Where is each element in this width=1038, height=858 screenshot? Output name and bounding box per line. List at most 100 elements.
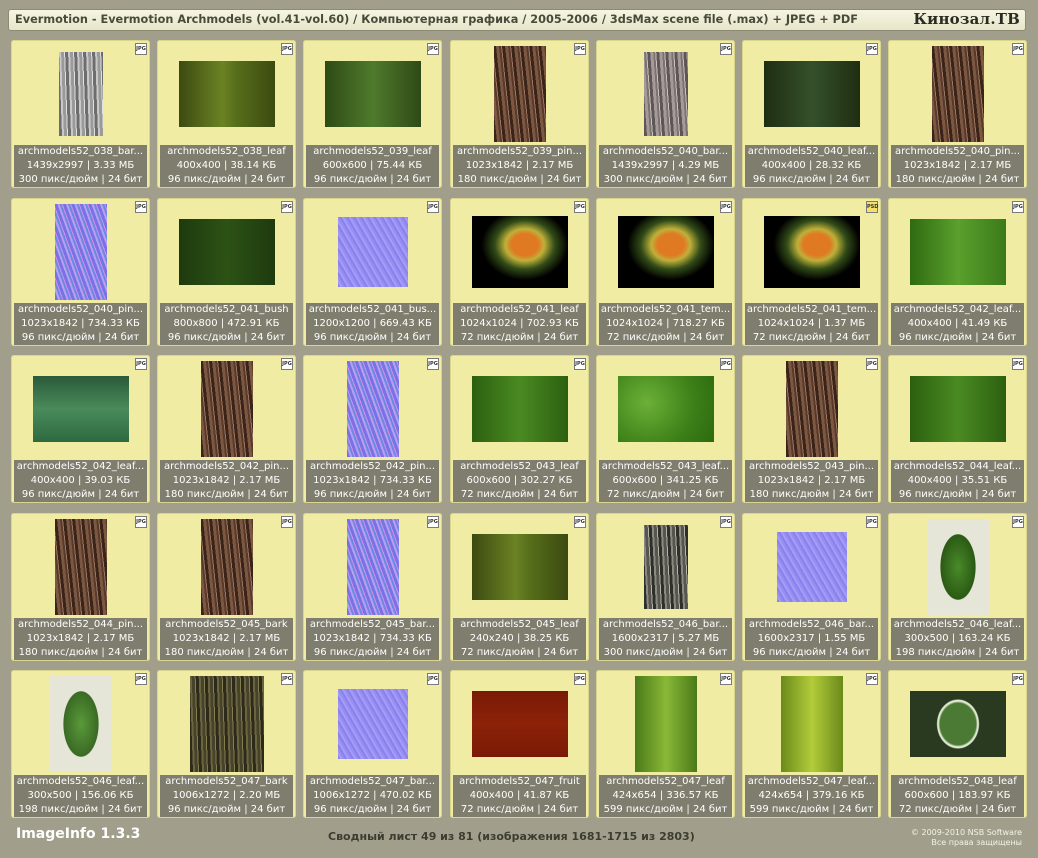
- file-resolution: 599 пикс/дюйм | 24 бит: [603, 804, 728, 815]
- file-type-icon: JPG: [574, 673, 586, 685]
- file-resolution: 96 пикс/дюйм | 24 бит: [898, 332, 1017, 343]
- thumbnail-image: [764, 61, 860, 127]
- file-resolution: 96 пикс/дюйм | 24 бит: [21, 332, 140, 343]
- thumbnail-cell[interactable]: JPG archmodels52_042_pin... 1023x1842 | 73…: [303, 355, 442, 503]
- thumbnail-cell[interactable]: JPG archmodels52_047_bar... 1006x1272 | 47…: [303, 670, 442, 818]
- file-resolution: 96 пикс/дюйм | 24 бит: [898, 489, 1017, 500]
- thumbnail-cell[interactable]: JPG archmodels52_041_tem... 1024x1024 | 71…: [596, 198, 735, 346]
- file-name: archmodels52_044_leaf...: [893, 461, 1022, 472]
- file-resolution: 72 пикс/дюйм | 24 бит: [460, 804, 579, 815]
- thumbnail-image: [618, 376, 714, 442]
- thumbnail-cell[interactable]: JPG archmodels52_040_leaf... 400x400 | 28.…: [742, 40, 881, 188]
- file-type-icon: JPG: [281, 43, 293, 55]
- file-name: archmodels52_046_leaf...: [16, 776, 145, 787]
- file-type-icon: JPG: [427, 201, 439, 213]
- file-type-icon: JPG: [720, 43, 732, 55]
- thumbnail-cell[interactable]: JPG archmodels52_041_bus... 1200x1200 | 66…: [303, 198, 442, 346]
- thumbnail-caption: archmodels52_045_bark 1023x1842 | 2.17 МБ…: [160, 618, 293, 660]
- thumbnail-cell[interactable]: JPG archmodels52_038_leaf 400x400 | 38.14 …: [157, 40, 296, 188]
- file-type-icon: JPG: [574, 358, 586, 370]
- thumbnail-cell[interactable]: JPG archmodels52_041_bush 800x800 | 472.91…: [157, 198, 296, 346]
- file-type-icon: JPG: [866, 43, 878, 55]
- thumbnail-cell[interactable]: JPG archmodels52_046_leaf... 300x500 | 163…: [888, 513, 1027, 661]
- file-type-icon: JPG: [720, 358, 732, 370]
- file-type-icon: JPG: [281, 516, 293, 528]
- thumbnail-cell[interactable]: JPG archmodels52_039_pin... 1023x1842 | 2.…: [450, 40, 589, 188]
- thumbnail-image: [472, 691, 568, 757]
- thumbnail-cell[interactable]: JPG archmodels52_047_fruit 400x400 | 41.87…: [450, 670, 589, 818]
- thumbnail-image: [201, 361, 253, 457]
- thumbnail-caption: archmodels52_043_leaf 600x600 | 302.27 КБ…: [453, 460, 586, 502]
- thumbnail-image: [347, 361, 399, 457]
- thumbnail-image: [618, 216, 714, 288]
- thumbnail-caption: archmodels52_047_leaf 424x654 | 336.57 КБ…: [599, 775, 732, 817]
- thumbnail-cell[interactable]: JPG archmodels52_044_pin... 1023x1842 | 2.…: [11, 513, 150, 661]
- thumbnail-cell[interactable]: JPG archmodels52_046_bar... 1600x2317 | 1.…: [742, 513, 881, 661]
- thumbnail-cell[interactable]: JPG archmodels52_043_leaf... 600x600 | 341…: [596, 355, 735, 503]
- thumbnail-image: [777, 532, 847, 602]
- thumbnail-cell[interactable]: JPG archmodels52_042_leaf... 400x400 | 41.…: [888, 198, 1027, 346]
- file-info: 1023x1842 | 734.33 КБ: [313, 475, 432, 486]
- file-type-icon: JPG: [281, 358, 293, 370]
- file-type-icon: JPG: [135, 516, 147, 528]
- thumbnail-cell[interactable]: JPG archmodels52_046_bar... 1600x2317 | 5.…: [596, 513, 735, 661]
- file-name: archmodels52_038_bar...: [17, 146, 144, 157]
- thumbnail-cell[interactable]: JPG archmodels52_045_leaf 240x240 | 38.25 …: [450, 513, 589, 661]
- file-info: 600x600 | 75.44 КБ: [322, 160, 423, 171]
- file-info: 1024x1024 | 1.37 МБ: [757, 318, 866, 329]
- thumbnail-caption: archmodels52_045_leaf 240x240 | 38.25 КБ 7…: [453, 618, 586, 660]
- thumbnail-cell[interactable]: JPG archmodels52_042_leaf... 400x400 | 39.…: [11, 355, 150, 503]
- thumbnail-cell[interactable]: JPG archmodels52_040_pin... 1023x1842 | 73…: [11, 198, 150, 346]
- thumbnail-cell[interactable]: JPG archmodels52_040_pin... 1023x1842 | 2.…: [888, 40, 1027, 188]
- thumbnail-cell[interactable]: JPG archmodels52_048_leaf 600x600 | 183.97…: [888, 670, 1027, 818]
- thumbnail-caption: archmodels52_041_tem... 1024x1024 | 718.2…: [599, 303, 732, 345]
- thumbnail-caption: archmodels52_046_leaf... 300x500 | 156.06…: [14, 775, 147, 817]
- thumbnail-cell[interactable]: JPG archmodels52_045_bar... 1023x1842 | 73…: [303, 513, 442, 661]
- thumbnail-caption: archmodels52_048_leaf 600x600 | 183.97 КБ…: [891, 775, 1024, 817]
- thumbnail-cell[interactable]: JPG archmodels52_046_leaf... 300x500 | 156…: [11, 670, 150, 818]
- file-name: archmodels52_042_leaf...: [16, 461, 145, 472]
- file-info: 1023x1842 | 734.33 КБ: [21, 318, 140, 329]
- thumbnail-caption: archmodels52_041_tem... 1024x1024 | 1.37 …: [745, 303, 878, 345]
- thumbnail-caption: archmodels52_041_bush 800x800 | 472.91 КБ…: [160, 303, 293, 345]
- thumbnail-cell[interactable]: JPG archmodels52_040_bar... 1439x2997 | 4.…: [596, 40, 735, 188]
- thumbnail-cell[interactable]: JPG archmodels52_043_pin... 1023x1842 | 2.…: [742, 355, 881, 503]
- file-type-icon: JPG: [574, 201, 586, 213]
- thumbnail-caption: archmodels52_046_bar... 1600x2317 | 1.55 …: [745, 618, 878, 660]
- thumbnail-caption: archmodels52_047_bark 1006x1272 | 2.20 МБ…: [160, 775, 293, 817]
- thumbnail-cell[interactable]: JPG archmodels52_042_pin... 1023x1842 | 2.…: [157, 355, 296, 503]
- header-bar: Evermotion - Evermotion Archmodels (vol.…: [8, 9, 1026, 31]
- thumbnail-cell[interactable]: JPG archmodels52_047_bark 1006x1272 | 2.20…: [157, 670, 296, 818]
- thumbnail-cell[interactable]: PSD archmodels52_041_tem... 1024x1024 | 1.…: [742, 198, 881, 346]
- thumbnail-cell[interactable]: JPG archmodels52_041_leaf 1024x1024 | 702.…: [450, 198, 589, 346]
- file-info: 1023x1842 | 2.17 МБ: [903, 160, 1012, 171]
- file-type-icon: JPG: [135, 201, 147, 213]
- thumbnail-image: [781, 676, 843, 772]
- file-name: archmodels52_047_fruit: [459, 776, 580, 787]
- file-type-icon: JPG: [427, 43, 439, 55]
- file-info: 1023x1842 | 2.17 МБ: [465, 160, 574, 171]
- thumbnail-caption: archmodels52_047_bar... 1006x1272 | 470.0…: [306, 775, 439, 817]
- thumbnail-cell[interactable]: JPG archmodels52_047_leaf 424x654 | 336.57…: [596, 670, 735, 818]
- file-info: 400x400 | 28.32 КБ: [761, 160, 862, 171]
- thumbnail-image: [338, 689, 408, 759]
- thumbnail-cell[interactable]: JPG archmodels52_043_leaf 600x600 | 302.27…: [450, 355, 589, 503]
- thumbnail-cell[interactable]: JPG archmodels52_039_leaf 600x600 | 75.44 …: [303, 40, 442, 188]
- thumbnail-cell[interactable]: JPG archmodels52_045_bark 1023x1842 | 2.17…: [157, 513, 296, 661]
- thumbnail-caption: archmodels52_040_pin... 1023x1842 | 734.3…: [14, 303, 147, 345]
- file-type-icon: JPG: [281, 201, 293, 213]
- thumbnail-image: [786, 361, 838, 457]
- file-type-icon: JPG: [135, 43, 147, 55]
- file-type-icon: JPG: [281, 673, 293, 685]
- thumbnail-cell[interactable]: JPG archmodels52_038_bar... 1439x2997 | 3.…: [11, 40, 150, 188]
- thumbnail-cell[interactable]: JPG archmodels52_047_leaf... 424x654 | 379…: [742, 670, 881, 818]
- file-type-icon: JPG: [427, 358, 439, 370]
- thumbnail-caption: archmodels52_040_bar... 1439x2997 | 4.29 …: [599, 145, 732, 187]
- file-type-icon: JPG: [135, 673, 147, 685]
- file-resolution: 96 пикс/дюйм | 24 бит: [21, 489, 140, 500]
- thumbnail-image: [910, 219, 1006, 285]
- file-name: archmodels52_047_bark: [165, 776, 288, 787]
- thumbnail-cell[interactable]: JPG archmodels52_044_leaf... 400x400 | 35.…: [888, 355, 1027, 503]
- file-resolution: 180 пикс/дюйм | 24 бит: [749, 489, 874, 500]
- file-type-icon: JPG: [574, 516, 586, 528]
